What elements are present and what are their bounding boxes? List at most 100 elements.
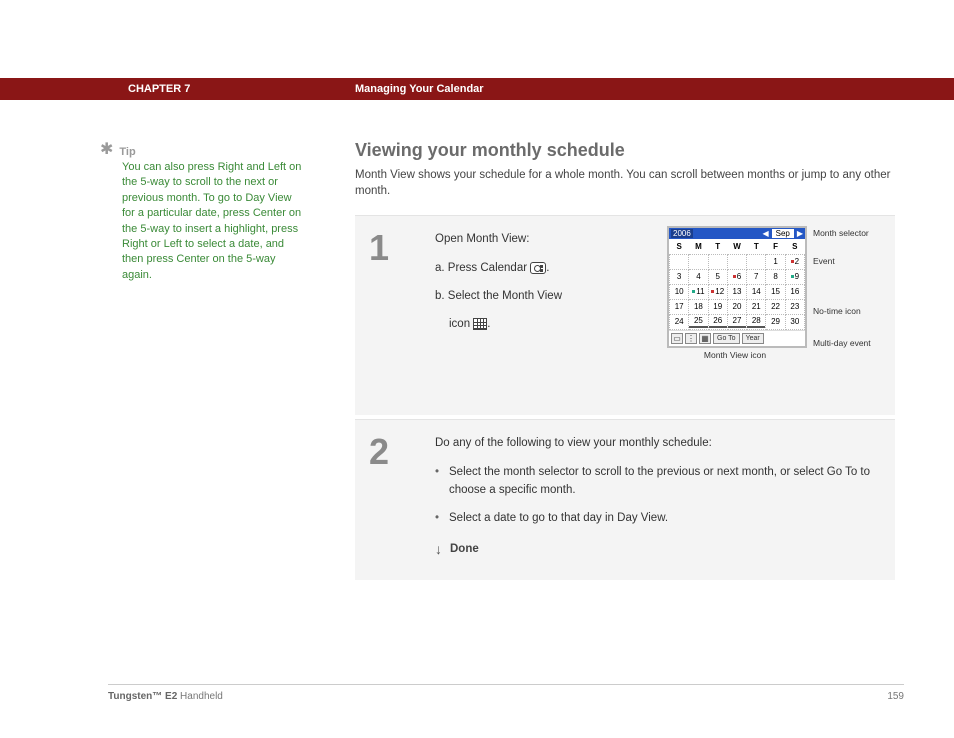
step-1-body: Open Month View: a. Press Calendar . b. …: [435, 230, 635, 395]
day: 8: [766, 269, 785, 284]
step-1-a-suffix: .: [546, 262, 549, 274]
day-num: 25: [694, 316, 703, 325]
step-2: 2 Do any of the following to view your m…: [355, 419, 895, 580]
day: 1: [766, 254, 785, 269]
step-2-number: 2: [355, 434, 435, 560]
dow: S: [670, 239, 689, 254]
day: 17: [670, 299, 689, 314]
mini-month-selector: ◀ Sep ▶: [762, 229, 803, 238]
day: 20: [727, 299, 746, 314]
multiday-bar-icon: [689, 326, 707, 328]
section-title: Viewing your monthly schedule: [355, 140, 895, 161]
event-dot-icon: [791, 260, 794, 263]
main-content: Viewing your monthly schedule Month View…: [355, 140, 895, 584]
day: 6: [727, 269, 746, 284]
day: 11: [689, 284, 708, 299]
day: 25: [689, 314, 708, 329]
step-2-lead: Do any of the following to view your mon…: [435, 434, 881, 452]
done-row: ↓ Done: [435, 538, 881, 560]
month-view-grid-icon: [473, 318, 487, 330]
step-2-bullet-1: • Select the month selector to scroll to…: [435, 463, 881, 500]
done-arrow-icon: ↓: [435, 538, 442, 560]
mini-calendar: 2006 ◀ Sep ▶ S M T W T F S: [667, 226, 807, 348]
day-num: 2: [795, 257, 799, 266]
mini-calendar-grid: S M T W T F S 1 2 3: [669, 239, 805, 330]
day: 12: [708, 284, 727, 299]
day: 18: [689, 299, 708, 314]
step-1: 1 Open Month View: a. Press Calendar . b…: [355, 215, 895, 415]
day: 16: [785, 284, 804, 299]
day: 4: [689, 269, 708, 284]
dow: S: [785, 239, 804, 254]
page-number: 159: [887, 691, 904, 702]
day: 3: [670, 269, 689, 284]
dow: M: [689, 239, 708, 254]
multiday-bar-icon: [709, 326, 727, 328]
page-footer: Tungsten™ E2 Handheld 159: [108, 684, 904, 702]
calendar-app-icon: [530, 262, 546, 274]
month-view-toolbar-icon: ▦: [699, 333, 711, 344]
step-1-b-line2: icon .: [449, 315, 621, 333]
day-num: 28: [752, 316, 761, 325]
notime-dot-icon: [791, 275, 794, 278]
bullet-icon: •: [435, 463, 449, 500]
chapter-title: Managing Your Calendar: [355, 83, 484, 95]
day-view-toolbar-icon: ▭: [671, 333, 683, 344]
day: 9: [785, 269, 804, 284]
product-rest: Handheld: [177, 691, 223, 702]
day: 29: [766, 314, 785, 329]
day: 14: [747, 284, 766, 299]
day: 22: [766, 299, 785, 314]
day: 7: [747, 269, 766, 284]
section-intro: Month View shows your schedule for a who…: [355, 167, 895, 199]
chapter-label: CHAPTER 7: [128, 83, 190, 95]
day: 24: [670, 314, 689, 329]
year-button: Year: [742, 333, 764, 344]
chapter-header: CHAPTER 7 Managing Your Calendar: [0, 78, 954, 100]
day: 2: [785, 254, 804, 269]
day: 30: [785, 314, 804, 329]
day: 27: [727, 314, 746, 329]
dow: W: [727, 239, 746, 254]
mini-calendar-titlebar: 2006 ◀ Sep ▶: [669, 228, 805, 239]
callout-multiday: Multi-day event: [813, 338, 871, 348]
notime-dot-icon: [692, 290, 695, 293]
month-view-screenshot: 2006 ◀ Sep ▶ S M T W T F S: [667, 226, 877, 360]
step-2-bullet-2: • Select a date to go to that day in Day…: [435, 509, 881, 527]
day-num: 26: [713, 316, 722, 325]
mini-month: Sep: [772, 229, 794, 238]
product-bold: Tungsten™ E2: [108, 691, 177, 702]
multiday-bar-icon: [747, 326, 765, 328]
day: 13: [727, 284, 746, 299]
tip-sidebar: ✱ Tip You can also press Right and Left …: [100, 144, 305, 283]
day: 21: [747, 299, 766, 314]
dow: T: [747, 239, 766, 254]
day: 28: [747, 314, 766, 329]
step-2-body: Do any of the following to view your mon…: [435, 434, 895, 560]
tip-heading: Tip: [119, 146, 135, 158]
dow: F: [766, 239, 785, 254]
tip-body: You can also press Right and Left on the…: [122, 160, 305, 283]
step-1-b-suffix: .: [487, 318, 490, 330]
step-2-b1-text: Select the month selector to scroll to t…: [449, 463, 881, 500]
bullet-icon: •: [435, 509, 449, 527]
multiday-bar-icon: [728, 326, 746, 328]
week-view-toolbar-icon: ⋮: [685, 333, 697, 344]
step-1-a-text: a. Press Calendar: [435, 262, 530, 274]
goto-button: Go To: [713, 333, 740, 344]
day-num: 11: [696, 287, 704, 296]
month-view-icon-label: Month View icon: [685, 350, 785, 360]
callout-event: Event: [813, 256, 835, 266]
day-num: 12: [715, 287, 724, 296]
mini-toolbar: ▭ ⋮ ▦ Go To Year: [669, 330, 805, 346]
event-dot-icon: [733, 275, 736, 278]
step-2-b2-text: Select a date to go to that day in Day V…: [449, 509, 881, 527]
step-1-b: b. Select the Month View: [435, 287, 621, 305]
day: 10: [670, 284, 689, 299]
day-num: 27: [733, 316, 742, 325]
day: 19: [708, 299, 727, 314]
day-num: 9: [795, 272, 799, 281]
day: 23: [785, 299, 804, 314]
dow: T: [708, 239, 727, 254]
callout-month-selector: Month selector: [813, 228, 869, 238]
